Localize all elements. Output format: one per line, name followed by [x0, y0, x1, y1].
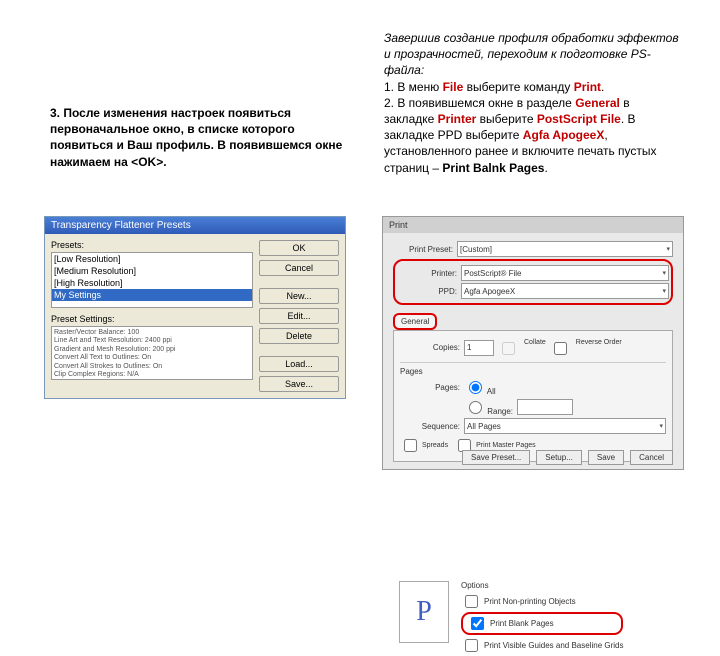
save-button[interactable]: Save...: [259, 376, 339, 392]
r-ps: PostScript File: [537, 112, 621, 126]
tab-general[interactable]: General: [393, 313, 437, 330]
copies-label: Copies:: [400, 343, 460, 352]
print-preset-label: Print Preset:: [393, 245, 453, 254]
edit-button[interactable]: Edit...: [259, 308, 339, 324]
preview-glyph: P: [416, 596, 432, 628]
presets-label: Presets:: [51, 240, 253, 250]
ppd-select[interactable]: Agfa ApogeeX▾: [461, 283, 669, 299]
options-group: Options Print Non-printing Objects Print…: [461, 581, 623, 656]
r-file: File: [443, 80, 464, 94]
print-dialog: Print Print Preset: [Custom]▾ Printer: P…: [382, 216, 684, 470]
r-general: General: [575, 96, 620, 110]
nonprinting-checkbox[interactable]: Print Non-printing Objects: [461, 592, 623, 611]
left-p1: 3. После изменения настроек появиться пе…: [50, 106, 342, 169]
chevron-down-icon: ▾: [659, 422, 663, 430]
printer-select[interactable]: PostScript® File▾: [461, 265, 669, 281]
collate-checkbox[interactable]: Collate: [498, 339, 546, 358]
r-per2: .: [544, 161, 547, 175]
r-print: Print: [574, 80, 601, 94]
r-blank: Print Balnk Pages: [442, 161, 544, 175]
copies-input[interactable]: 1: [464, 340, 494, 356]
preset-settings-text: Raster/Vector Balance: 100 Line Art and …: [54, 329, 250, 379]
setup-button[interactable]: Setup...: [536, 450, 582, 465]
dialog-footer: Save Preset... Setup... Save Cancel: [462, 450, 673, 465]
cancel-button[interactable]: Cancel: [259, 260, 339, 276]
preset-high[interactable]: [High Resolution]: [52, 277, 252, 289]
tabs-bar: General: [393, 313, 673, 331]
pages-group-label: Pages: [400, 367, 666, 376]
guides-checkbox[interactable]: Print Visible Guides and Baseline Grids: [461, 636, 623, 655]
chevron-down-icon: ▾: [666, 245, 670, 253]
r-printer: Printer: [438, 112, 477, 126]
chevron-down-icon: ▾: [662, 287, 666, 295]
reverse-checkbox[interactable]: Reverse Order: [550, 339, 622, 358]
r-l2b: выберите команду: [463, 80, 573, 94]
preset-settings-label: Preset Settings:: [51, 314, 253, 324]
r-agfa: Agfa ApogeeX: [523, 128, 605, 142]
printer-label: Printer:: [397, 269, 457, 278]
preset-medium[interactable]: [Medium Resolution]: [52, 265, 252, 277]
print-dialog-title: Print: [383, 217, 683, 233]
r-l3a: 2. В появившемся окне в разделе: [384, 96, 575, 110]
preset-mysettings[interactable]: My Settings: [52, 289, 252, 301]
spreads-checkbox[interactable]: Spreads: [400, 436, 448, 455]
r-l3c: выберите: [476, 112, 537, 126]
save-preset-button[interactable]: Save Preset...: [462, 450, 530, 465]
general-panel: Copies: 1 Collate Reverse Order Pages Pa…: [393, 331, 673, 462]
ok-button[interactable]: OK: [259, 240, 339, 256]
page-preview: P: [399, 581, 449, 643]
pages-label: Pages:: [400, 383, 460, 392]
cancel-button[interactable]: Cancel: [630, 450, 673, 465]
load-button[interactable]: Load...: [259, 356, 339, 372]
sequence-select[interactable]: All Pages▾: [464, 418, 666, 434]
right-line1: Завершив создание профиля обработки эффе…: [384, 31, 679, 77]
range-input[interactable]: [517, 399, 573, 415]
sequence-label: Sequence:: [400, 422, 460, 431]
pages-all-radio[interactable]: All: [464, 378, 496, 396]
preset-low[interactable]: [Low Resolution]: [52, 253, 252, 265]
ppd-label: PPD:: [397, 287, 457, 296]
right-instruction-text: Завершив создание профиля обработки эффе…: [384, 30, 679, 176]
new-button[interactable]: New...: [259, 288, 339, 304]
chevron-down-icon: ▾: [662, 269, 666, 277]
r-per: .: [601, 80, 604, 94]
left-instruction-text: 3. После изменения настроек появиться пе…: [50, 105, 350, 170]
preset-settings-box: Raster/Vector Balance: 100 Line Art and …: [51, 326, 253, 380]
pages-range-radio[interactable]: Range:: [464, 398, 513, 416]
dialog-title: Transparency Flattener Presets: [45, 217, 345, 234]
print-preset-select[interactable]: [Custom]▾: [457, 241, 673, 257]
blank-pages-checkbox[interactable]: Print Blank Pages: [461, 612, 623, 635]
r-l2a: 1. В меню: [384, 80, 443, 94]
save-button[interactable]: Save: [588, 450, 624, 465]
presets-listbox[interactable]: [Low Resolution] [Medium Resolution] [Hi…: [51, 252, 253, 308]
delete-button[interactable]: Delete: [259, 328, 339, 344]
flattener-presets-dialog: Transparency Flattener Presets Presets: …: [44, 216, 346, 399]
options-label: Options: [461, 581, 623, 590]
